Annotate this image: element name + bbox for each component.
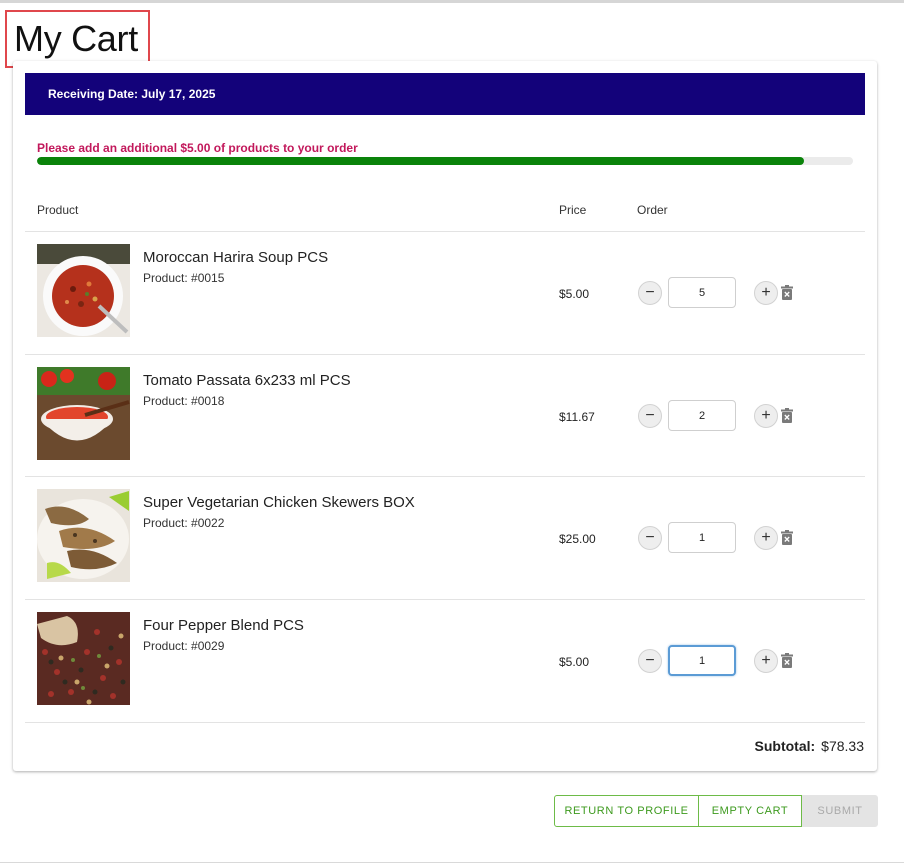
submit-button[interactable]: SUBMIT <box>802 795 878 827</box>
cart-actions: RETURN TO PROFILE EMPTY CART SUBMIT <box>554 795 878 827</box>
quantity-input[interactable] <box>668 400 736 431</box>
decrease-quantity-button[interactable]: − <box>638 526 662 550</box>
chicken-skewers-image <box>37 489 130 582</box>
trash-icon[interactable] <box>781 530 793 545</box>
cart-row: Four Pepper Blend PCS Product: #0029 $5.… <box>25 600 865 722</box>
tomato-passata-image <box>37 367 130 460</box>
product-price: $5.00 <box>559 287 590 301</box>
product-price: $25.00 <box>559 532 596 546</box>
row-divider <box>25 722 865 723</box>
product-name: Tomato Passata 6x233 ml PCS <box>143 372 351 389</box>
page-title: My Cart <box>5 10 150 68</box>
product-code: Product: #0015 <box>143 271 225 285</box>
product-name: Four Pepper Blend PCS <box>143 617 304 634</box>
cart-row: Tomato Passata 6x233 ml PCS Product: #00… <box>25 355 865 477</box>
top-divider <box>0 0 904 3</box>
trash-icon[interactable] <box>781 408 793 423</box>
plus-icon: + <box>761 284 771 301</box>
receiving-date-banner: Receiving Date: July 17, 2025 <box>25 73 865 115</box>
increase-quantity-button[interactable]: + <box>754 526 778 550</box>
cart-card: Receiving Date: July 17, 2025 Please add… <box>13 61 877 771</box>
trash-icon[interactable] <box>781 653 793 668</box>
column-header-product: Product <box>37 203 79 217</box>
increase-quantity-button[interactable]: + <box>754 281 778 305</box>
product-code: Product: #0018 <box>143 394 225 408</box>
minus-icon: − <box>645 529 655 546</box>
product-name: Super Vegetarian Chicken Skewers BOX <box>143 494 415 511</box>
minus-icon: − <box>645 652 655 669</box>
minimum-order-progress <box>37 157 853 165</box>
quantity-input[interactable] <box>668 277 736 308</box>
empty-cart-button[interactable]: EMPTY CART <box>699 795 802 827</box>
increase-quantity-button[interactable]: + <box>754 649 778 673</box>
product-price: $5.00 <box>559 655 590 669</box>
decrease-quantity-button[interactable]: − <box>638 649 662 673</box>
product-code: Product: #0029 <box>143 639 225 653</box>
subtotal-value: $78.33 <box>821 738 864 754</box>
cart-row: Moroccan Harira Soup PCS Product: #0015 … <box>25 232 865 354</box>
plus-icon: + <box>761 407 771 424</box>
plus-icon: + <box>761 529 771 546</box>
subtotal-label: Subtotal: <box>754 738 816 754</box>
quantity-input[interactable] <box>668 522 736 553</box>
minus-icon: − <box>645 284 655 301</box>
increase-quantity-button[interactable]: + <box>754 404 778 428</box>
minus-icon: − <box>645 407 655 424</box>
decrease-quantity-button[interactable]: − <box>638 281 662 305</box>
quantity-input[interactable] <box>668 645 736 676</box>
return-to-profile-button[interactable]: RETURN TO PROFILE <box>554 795 699 827</box>
progress-fill <box>37 157 805 165</box>
subtotal: Subtotal: $78.33 <box>755 738 864 754</box>
harira-soup-image <box>37 244 130 337</box>
product-code: Product: #0022 <box>143 516 225 530</box>
pepper-blend-image <box>37 612 130 705</box>
cart-row: Super Vegetarian Chicken Skewers BOX Pro… <box>25 477 865 599</box>
product-price: $11.67 <box>559 410 595 424</box>
trash-icon[interactable] <box>781 285 793 300</box>
bottom-divider <box>0 862 904 863</box>
plus-icon: + <box>761 652 771 669</box>
decrease-quantity-button[interactable]: − <box>638 404 662 428</box>
column-header-order: Order <box>637 203 668 217</box>
column-header-price: Price <box>559 203 587 217</box>
product-name: Moroccan Harira Soup PCS <box>143 249 329 266</box>
minimum-order-message: Please add an additional $5.00 of produc… <box>37 141 358 155</box>
